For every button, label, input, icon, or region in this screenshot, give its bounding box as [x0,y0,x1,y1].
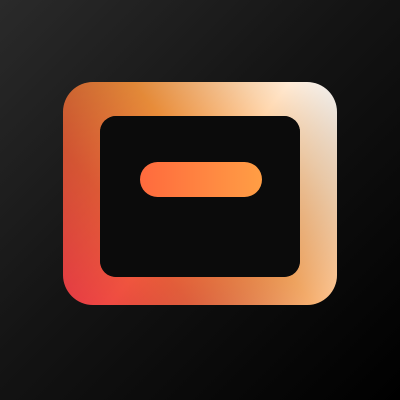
title-bar-pill [140,162,262,197]
app-icon-background [0,0,400,400]
window-frame-icon [63,82,337,305]
